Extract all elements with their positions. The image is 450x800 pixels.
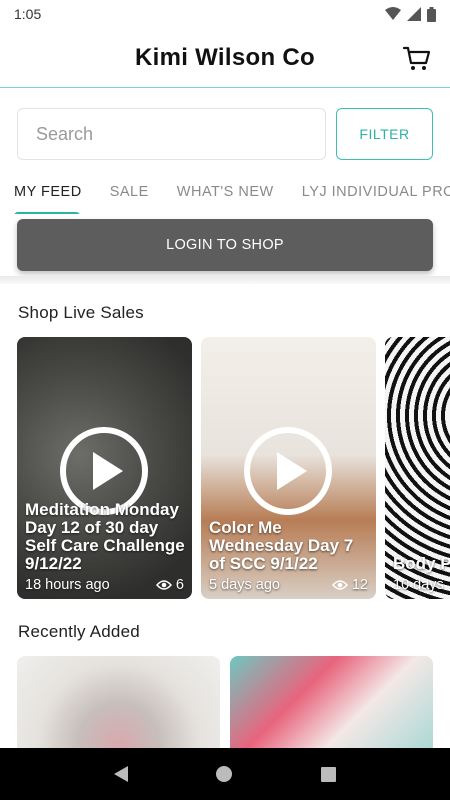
app-title: Kimi Wilson Co [135, 43, 315, 71]
login-to-shop-button[interactable]: LOGIN TO SHOP [17, 219, 433, 271]
product-thumbnail[interactable] [17, 656, 220, 748]
tab-whats-new[interactable]: WHAT'S NEW [163, 170, 288, 214]
live-sale-title: Color Me Wednesday Day 7 of SCC 9/1/22 [209, 518, 354, 573]
live-sale-meta: 5 days ago 12 [209, 577, 368, 593]
cart-icon[interactable] [402, 43, 432, 73]
live-sale-time: 5 days ago [209, 577, 280, 593]
live-sale-meta: 18 hours ago 6 [25, 577, 184, 593]
live-sale-time: 10 days [393, 577, 444, 593]
section-divider [0, 276, 450, 284]
live-sale-title: Meditation Monday Day 12 of 30 day Self … [25, 500, 185, 573]
search-row: Search FILTER [17, 108, 433, 160]
live-sale-card[interactable]: Color Me Wednesday Day 7 of SCC 9/1/22 5… [201, 337, 376, 599]
play-icon[interactable] [244, 427, 332, 515]
signal-icon [407, 7, 421, 21]
recently-added-title: Recently Added [18, 622, 140, 641]
shop-live-sales-title: Shop Live Sales [18, 303, 144, 322]
app-bar: Kimi Wilson Co [0, 28, 450, 88]
live-sale-meta: 10 days [393, 577, 450, 593]
view-count: 6 [155, 577, 184, 593]
eye-icon [331, 580, 348, 590]
battery-icon [427, 6, 436, 22]
view-count-value: 6 [175, 577, 184, 593]
tab-lyj-individual[interactable]: LYJ INDIVIDUAL PRO [288, 170, 450, 214]
nav-recents-icon[interactable] [320, 766, 336, 782]
live-sale-time: 18 hours ago [25, 577, 110, 593]
live-sale-title: Body P 9/3/20 [393, 554, 450, 573]
filter-button[interactable]: FILTER [336, 108, 433, 160]
view-count-value: 12 [351, 577, 368, 593]
live-sale-card[interactable]: Meditation Monday Day 12 of 30 day Self … [17, 337, 192, 599]
tab-sale[interactable]: SALE [96, 170, 163, 214]
tab-bar: MY FEED SALE WHAT'S NEW LYJ INDIVIDUAL P… [0, 170, 450, 214]
search-input[interactable]: Search [17, 108, 326, 160]
status-bar: 1:05 [0, 0, 450, 28]
system-nav-bar [0, 748, 450, 800]
view-count: 12 [331, 577, 368, 593]
recently-added-list[interactable] [17, 656, 450, 748]
nav-back-icon[interactable] [114, 766, 129, 782]
status-icons [385, 6, 436, 22]
status-time: 1:05 [14, 6, 42, 22]
eye-icon [155, 580, 172, 590]
nav-home-icon[interactable] [216, 766, 233, 782]
tab-my-feed[interactable]: MY FEED [0, 170, 96, 214]
live-sale-card[interactable]: Body P 9/3/20 10 days [385, 337, 450, 599]
wifi-icon [385, 7, 401, 20]
product-thumbnail[interactable] [230, 656, 433, 748]
live-sales-carousel[interactable]: Meditation Monday Day 12 of 30 day Self … [17, 337, 450, 599]
